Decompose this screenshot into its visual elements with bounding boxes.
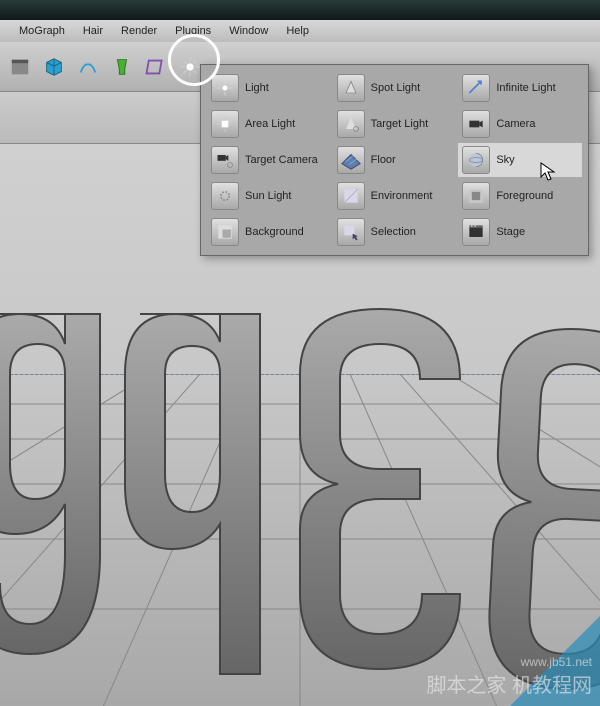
popup-item-spot-light[interactable]: Spot Light xyxy=(333,71,457,105)
popup-item-selection[interactable]: Selection xyxy=(333,215,457,249)
popup-label: Target Camera xyxy=(245,154,318,166)
menu-window[interactable]: Window xyxy=(220,22,277,40)
popup-label: Background xyxy=(245,226,304,238)
popup-item-target-camera[interactable]: Target Camera xyxy=(207,143,331,177)
popup-label: Stage xyxy=(496,226,525,238)
popup-item-sun-light[interactable]: Sun Light xyxy=(207,179,331,213)
window-titlebar xyxy=(0,0,600,20)
popup-label: Sun Light xyxy=(245,190,291,202)
toolbar-glass-icon[interactable] xyxy=(106,51,138,83)
popup-label: Infinite Light xyxy=(496,82,555,94)
floor-icon xyxy=(337,146,365,174)
sun-light-icon xyxy=(211,182,239,210)
infinite-light-icon xyxy=(462,74,490,102)
stage-icon xyxy=(462,218,490,246)
target-camera-icon xyxy=(211,146,239,174)
popup-label: Target Light xyxy=(371,118,428,130)
toolbar-clapper-icon[interactable] xyxy=(4,51,36,83)
popup-item-camera[interactable]: Camera xyxy=(458,107,582,141)
popup-label: Environment xyxy=(371,190,433,202)
area-light-icon xyxy=(211,110,239,138)
toolbar-cube-icon[interactable] xyxy=(38,51,70,83)
popup-item-infinite-light[interactable]: Infinite Light xyxy=(458,71,582,105)
menu-hair[interactable]: Hair xyxy=(74,22,112,40)
sky-icon xyxy=(462,146,490,174)
popup-label: Floor xyxy=(371,154,396,166)
toolbar-deformer-icon[interactable] xyxy=(140,51,172,83)
camera-icon xyxy=(462,110,490,138)
popup-item-sky[interactable]: Sky xyxy=(458,143,582,177)
watermark-big: 脚本之家 xyxy=(426,675,506,697)
popup-label: Camera xyxy=(496,118,535,130)
popup-item-target-light[interactable]: Target Light xyxy=(333,107,457,141)
popup-label: Spot Light xyxy=(371,82,421,94)
menu-render[interactable]: Render xyxy=(112,22,166,40)
environment-icon xyxy=(337,182,365,210)
popup-item-background[interactable]: Background xyxy=(207,215,331,249)
target-light-icon xyxy=(337,110,365,138)
popup-label: Foreground xyxy=(496,190,553,202)
selection-icon xyxy=(337,218,365,246)
watermark-text: www.jb51.net 脚本之家 机教程网 xyxy=(426,655,592,698)
popup-label: Sky xyxy=(496,154,514,166)
popup-item-stage[interactable]: Stage xyxy=(458,215,582,249)
watermark-url: www.jb51.net xyxy=(426,655,592,669)
menu-plugins[interactable]: Plugins xyxy=(166,22,220,40)
foreground-icon xyxy=(462,182,490,210)
popup-label: Light xyxy=(245,82,269,94)
popup-label: Selection xyxy=(371,226,416,238)
spot-light-icon xyxy=(337,74,365,102)
toolbar-spline-icon[interactable] xyxy=(72,51,104,83)
popup-item-floor[interactable]: Floor xyxy=(333,143,457,177)
light-icon xyxy=(211,74,239,102)
menubar: MoGraph Hair Render Plugins Window Help xyxy=(0,20,600,42)
popup-item-foreground[interactable]: Foreground xyxy=(458,179,582,213)
light-objects-popup: Light Spot Light Infinite Light Area Lig… xyxy=(200,64,589,256)
watermark-site: 机教程网 xyxy=(512,675,592,697)
popup-label: Area Light xyxy=(245,118,295,130)
popup-item-environment[interactable]: Environment xyxy=(333,179,457,213)
popup-item-area-light[interactable]: Area Light xyxy=(207,107,331,141)
background-icon xyxy=(211,218,239,246)
popup-item-light[interactable]: Light xyxy=(207,71,331,105)
mouse-cursor-icon xyxy=(540,162,556,182)
menu-help[interactable]: Help xyxy=(277,22,318,40)
menu-mograph[interactable]: MoGraph xyxy=(10,22,74,40)
